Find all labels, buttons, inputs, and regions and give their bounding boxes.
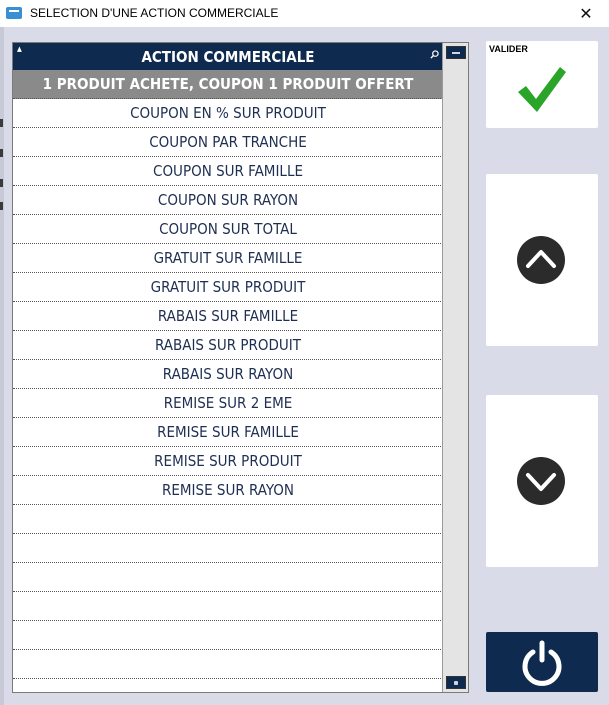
list-item[interactable]: COUPON EN % SUR PRODUIT [13,99,443,128]
scroll-list-up-button[interactable] [486,174,598,346]
list-item[interactable]: COUPON SUR RAYON [13,186,443,215]
list-item[interactable]: REMISE SUR 2 EME [13,389,443,418]
sort-arrow-icon: ▲ [17,45,22,53]
chevron-down-icon [517,457,565,505]
list-item[interactable] [13,679,443,692]
list-header[interactable]: ▲ ACTION COMMERCIALE [13,43,443,70]
power-icon [522,640,562,686]
validate-button[interactable]: VALIDER [486,41,598,128]
list-item[interactable]: 1 PRODUIT ACHETE, COUPON 1 PRODUIT OFFER… [13,70,443,99]
window-title: SELECTION D'UNE ACTION COMMERCIALE [30,6,279,20]
list-item[interactable]: RABAIS SUR RAYON [13,360,443,389]
check-icon [518,67,566,112]
list-item[interactable] [13,592,443,621]
title-bar: SELECTION D'UNE ACTION COMMERCIALE ✕ [0,0,609,27]
search-icon[interactable] [430,50,439,59]
list-item[interactable] [13,534,443,563]
action-list-panel: ▲ ACTION COMMERCIALE 1 PRODUIT ACHETE, C… [12,42,469,693]
list-scrollbar[interactable] [442,43,468,692]
list-item[interactable] [13,650,443,679]
scroll-up-button[interactable] [446,46,466,59]
list-item[interactable]: RABAIS SUR PRODUIT [13,331,443,360]
list-item[interactable]: RABAIS SUR FAMILLE [13,302,443,331]
app-icon [6,7,22,19]
scroll-list-down-button[interactable] [486,395,598,567]
list-rows: 1 PRODUIT ACHETE, COUPON 1 PRODUIT OFFER… [13,70,443,692]
list-item[interactable]: COUPON SUR FAMILLE [13,157,443,186]
exit-button[interactable] [486,632,598,692]
list-item[interactable]: GRATUIT SUR PRODUIT [13,273,443,302]
close-button[interactable]: ✕ [563,0,609,27]
list-item[interactable]: COUPON SUR TOTAL [13,215,443,244]
list-item[interactable]: COUPON PAR TRANCHE [13,128,443,157]
list-item[interactable]: REMISE SUR FAMILLE [13,418,443,447]
validate-label: VALIDER [489,44,528,54]
list-header-label: ACTION COMMERCIALE [141,47,315,66]
list-item[interactable]: GRATUIT SUR FAMILLE [13,244,443,273]
list-item[interactable] [13,563,443,592]
list-item[interactable] [13,505,443,534]
chevron-up-icon [517,236,565,284]
left-edge-strip [0,27,4,705]
list-item[interactable]: REMISE SUR PRODUIT [13,447,443,476]
action-list: ▲ ACTION COMMERCIALE 1 PRODUIT ACHETE, C… [13,43,443,692]
scroll-down-button[interactable] [446,676,466,689]
list-item[interactable] [13,621,443,650]
list-item[interactable]: REMISE SUR RAYON [13,476,443,505]
